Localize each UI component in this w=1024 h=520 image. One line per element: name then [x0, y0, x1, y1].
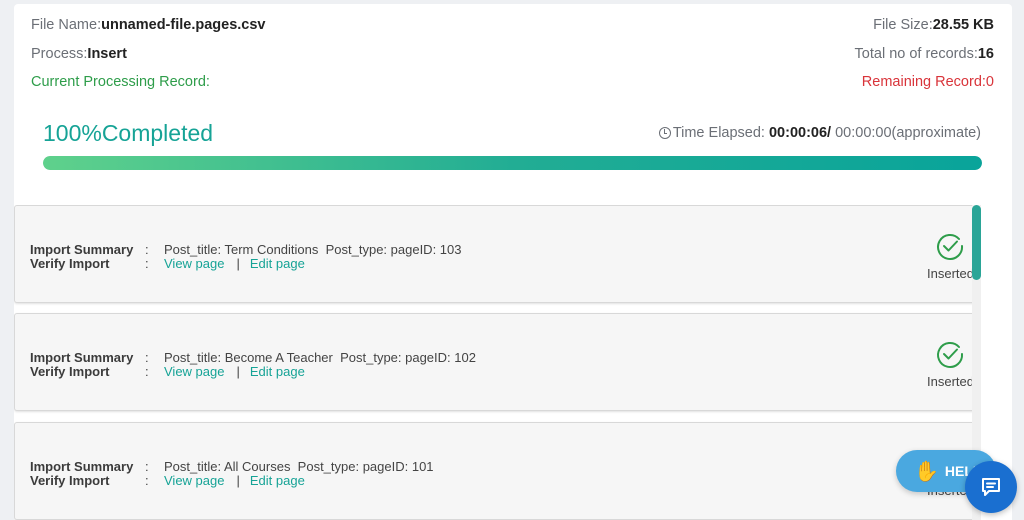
edit-page-link[interactable]: Edit page	[250, 256, 305, 271]
edit-page-link[interactable]: Edit page	[250, 473, 305, 488]
import-summary-label: Import Summary	[30, 242, 134, 257]
import-summary-label: Import Summary	[30, 459, 134, 474]
records-list: Import Summary Verify Import : : Post_ti…	[14, 205, 992, 520]
import-summary-label: Import Summary	[30, 350, 134, 365]
check-circle-icon	[937, 342, 964, 368]
record-card: Import Summary Verify Import : : Post_ti…	[14, 205, 976, 303]
total-records: Total no of records:16	[854, 46, 994, 62]
time-elapsed: Time Elapsed: 00:00:06/ 00:00:00(approxi…	[658, 125, 981, 141]
clock-icon	[658, 127, 671, 139]
view-page-link[interactable]: View page	[164, 256, 224, 271]
check-circle-icon	[937, 234, 964, 260]
hand-icon: ✋	[914, 460, 939, 483]
scrollbar-thumb[interactable]	[972, 205, 981, 280]
record-card: Import Summary Verify Import : : Post_ti…	[14, 313, 976, 411]
record-detail: Post_title: Term Conditions Post_type: p…	[164, 242, 462, 257]
chat-icon	[982, 478, 1000, 496]
verify-import-label: Verify Import	[30, 473, 110, 488]
progress-bar	[43, 156, 982, 170]
view-page-link[interactable]: View page	[164, 364, 224, 379]
record-detail: Post_title: Become A Teacher Post_type: …	[164, 350, 476, 365]
file-info-row: File Name:unnamed-file.pages.csv File Si…	[31, 17, 994, 33]
progress-title: 100%Completed	[43, 120, 214, 146]
remaining-record: Remaining Record:0	[861, 74, 994, 90]
progress-bar-fill	[43, 156, 982, 170]
processing-info-row: Current Processing Record: Remaining Rec…	[31, 74, 994, 90]
record-detail: Post_title: All Courses Post_type: pageI…	[164, 459, 434, 474]
edit-page-link[interactable]: Edit page	[250, 364, 305, 379]
file-name: File Name:unnamed-file.pages.csv	[31, 17, 266, 33]
current-processing-record: Current Processing Record:	[31, 74, 210, 90]
process-type: Process:Insert	[31, 46, 127, 62]
verify-import-label: Verify Import	[30, 256, 110, 271]
file-size: File Size:28.55 KB	[873, 17, 994, 33]
view-page-link[interactable]: View page	[164, 473, 224, 488]
verify-import-label: Verify Import	[30, 364, 110, 379]
record-card: Import Summary Verify Import : : Post_ti…	[14, 422, 976, 520]
chat-button[interactable]	[965, 461, 1017, 513]
process-info-row: Process:Insert Total no of records:16	[31, 46, 994, 62]
